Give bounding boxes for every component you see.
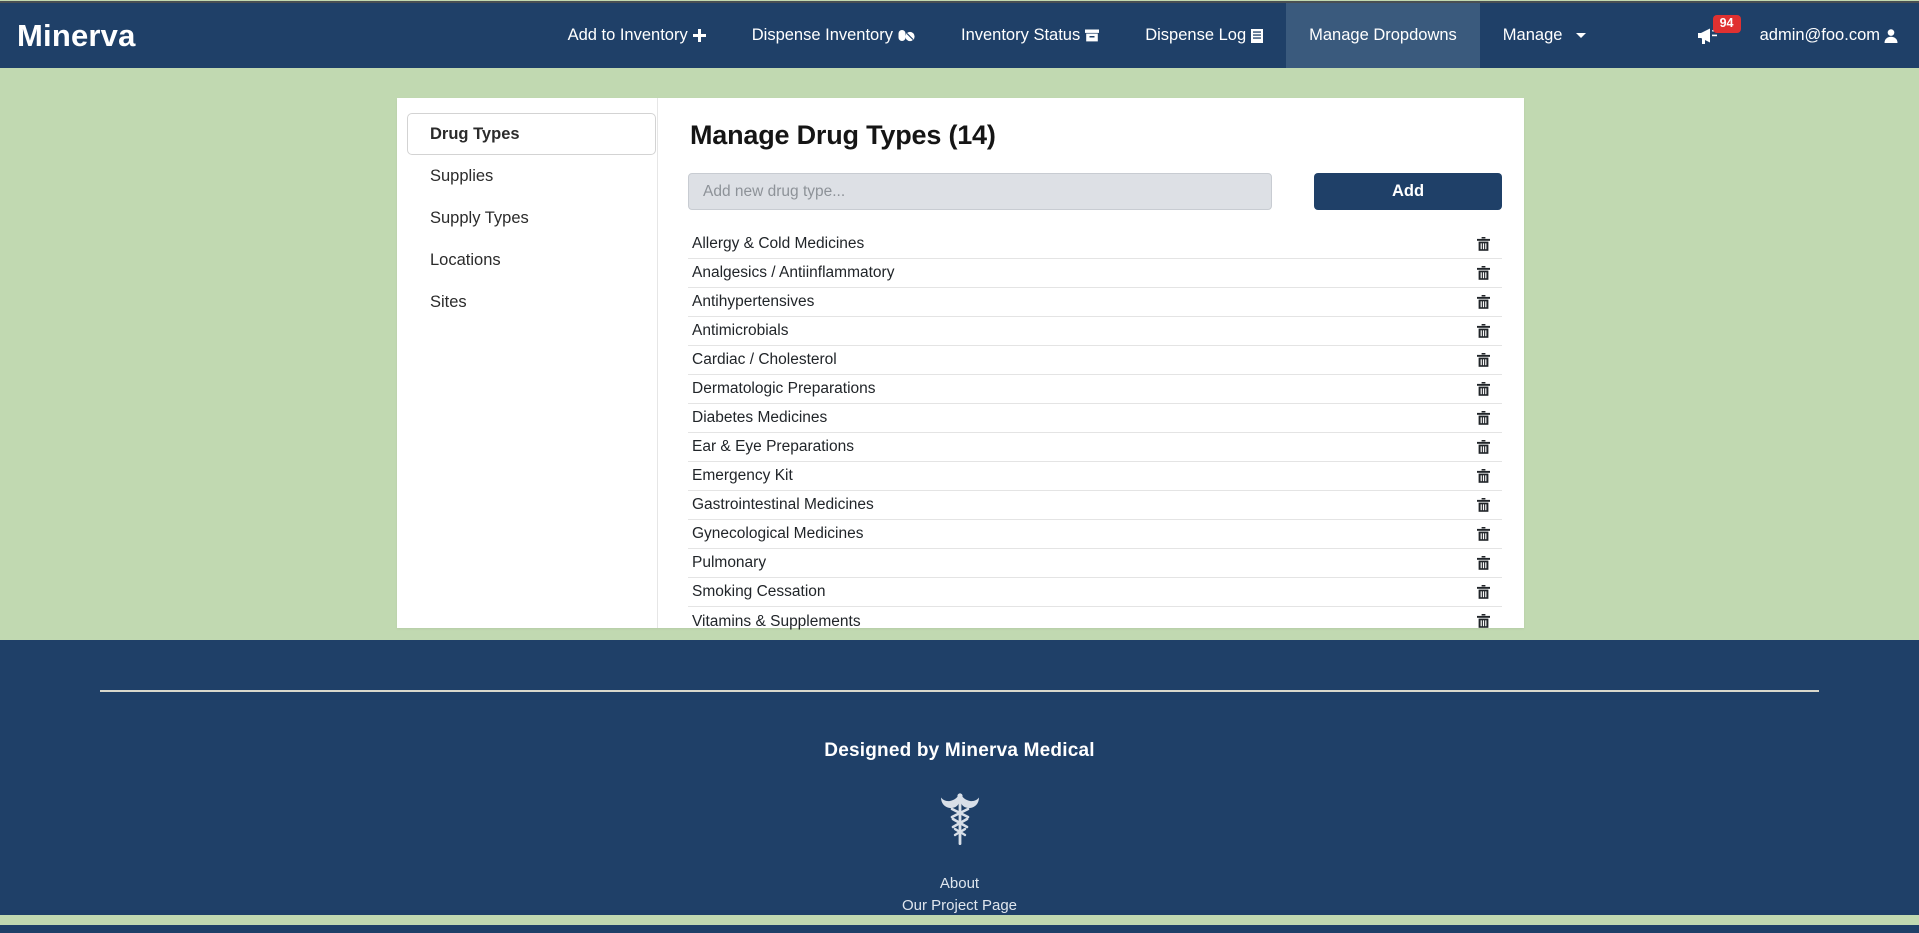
trash-icon[interactable] (1473, 555, 1494, 571)
trash-icon[interactable] (1473, 236, 1494, 252)
sidebar-item-supplies[interactable]: Supplies (407, 155, 656, 197)
list-item: Vitamins & Supplements (688, 607, 1502, 636)
trash-icon[interactable] (1473, 381, 1494, 397)
navbar-right-section: 94 admin@foo.com (1697, 3, 1919, 68)
page-root: Minerva Add to Inventory Dispense Invent… (0, 0, 1919, 933)
drug-type-label: Antimicrobials (692, 322, 789, 339)
caduceus-icon (0, 787, 1919, 849)
list-item: Analgesics / Antiinflammatory (688, 259, 1502, 288)
drug-type-label: Vitamins & Supplements (692, 612, 861, 630)
footer-divider (100, 690, 1819, 692)
list-item: Dermatologic Preparations (688, 375, 1502, 404)
list-item: Emergency Kit (688, 462, 1502, 491)
notification-badge: 94 (1712, 14, 1741, 33)
pill-icon (898, 29, 915, 42)
nav-label-dispense-inventory: Dispense Inventory (751, 26, 893, 44)
nav-item-add-to-inventory[interactable]: Add to Inventory (545, 3, 729, 68)
nav-item-manage-dropdowns[interactable]: Manage Dropdowns (1286, 3, 1480, 68)
nav-label-dispense-log: Dispense Log (1145, 26, 1247, 44)
trash-icon[interactable] (1473, 468, 1494, 484)
list-item: Antihypertensives (688, 288, 1502, 317)
drug-type-label: Gynecological Medicines (692, 525, 864, 542)
site-footer: Designed by Minerva Medical About Our Pr… (0, 640, 1919, 915)
footer-link-our-project-page[interactable]: Our Project Page (0, 895, 1919, 917)
nav-item-dispense-log[interactable]: Dispense Log (1122, 3, 1286, 68)
trash-icon[interactable] (1473, 352, 1494, 368)
nav-label-manage-dropdowns: Manage Dropdowns (1309, 26, 1457, 44)
plus-icon (692, 29, 706, 42)
user-menu[interactable]: admin@foo.com (1760, 26, 1899, 45)
sidebar-item-supply-types[interactable]: Supply Types (407, 197, 656, 239)
page-title: Manage Drug Types (14) (690, 120, 996, 150)
brand-logo[interactable]: Minerva (0, 3, 136, 68)
trash-icon[interactable] (1473, 294, 1494, 310)
user-avatar-icon (1883, 28, 1899, 44)
sidebar-label-supplies: Supplies (430, 166, 494, 185)
nav-label-inventory-status: Inventory Status (960, 26, 1081, 44)
sidebar-item-drug-types[interactable]: Drug Types (407, 113, 656, 155)
drug-type-label: Antihypertensives (692, 293, 815, 310)
sidebar-label-drug-types: Drug Types (430, 124, 520, 143)
drug-type-label: Dermatologic Preparations (692, 380, 876, 397)
list-item: Allergy & Cold Medicines (688, 230, 1502, 259)
trash-icon[interactable] (1473, 614, 1494, 629)
sidebar-label-sites: Sites (430, 292, 467, 311)
sidebar-label-supply-types: Supply Types (430, 208, 529, 227)
trash-icon[interactable] (1473, 584, 1494, 600)
dropdown-category-sidebar: Drug Types Supplies Supply Types Locatio… (397, 98, 658, 628)
add-button[interactable]: Add (1314, 173, 1502, 210)
trash-icon[interactable] (1473, 410, 1494, 426)
drug-types-list: Allergy & Cold Medicines Analgesics / Ant… (688, 230, 1502, 636)
nav-item-dispense-inventory[interactable]: Dispense Inventory (729, 3, 938, 68)
trash-icon[interactable] (1473, 265, 1494, 281)
bottom-strip (0, 925, 1919, 933)
nav-label-manage: Manage (1502, 26, 1563, 44)
list-item: Diabetes Medicines (688, 404, 1502, 433)
sidebar-item-sites[interactable]: Sites (407, 281, 656, 323)
footer-links: About Our Project Page (0, 873, 1919, 917)
list-item: Gastrointestinal Medicines (688, 491, 1502, 520)
content-panel: Manage Drug Types (14) Add Allergy & Col… (658, 98, 1524, 630)
chevron-down-icon (1576, 33, 1587, 38)
nav-label-add-to-inventory: Add to Inventory (567, 26, 688, 44)
trash-icon[interactable] (1473, 526, 1494, 542)
drug-type-label: Pulmonary (692, 554, 767, 571)
list-item: Gynecological Medicines (688, 520, 1502, 549)
list-item: Smoking Cessation (688, 578, 1502, 607)
drug-type-label: Cardiac / Cholesterol (692, 351, 837, 368)
trash-icon[interactable] (1473, 497, 1494, 513)
drug-type-label: Diabetes Medicines (692, 409, 828, 426)
list-item: Antimicrobials (688, 317, 1502, 346)
top-navbar: Minerva Add to Inventory Dispense Invent… (0, 1, 1919, 68)
trash-icon[interactable] (1473, 439, 1494, 455)
list-item: Cardiac / Cholesterol (688, 346, 1502, 375)
drug-type-label: Analgesics / Antiinflammatory (692, 264, 895, 281)
drug-type-label: Gastrointestinal Medicines (692, 496, 874, 513)
list-document-icon (1251, 28, 1264, 43)
drug-type-label: Smoking Cessation (692, 583, 826, 600)
archive-box-icon (1085, 29, 1100, 42)
new-drug-type-input[interactable] (688, 173, 1272, 210)
notifications-button[interactable]: 94 (1697, 14, 1760, 45)
footer-title: Designed by Minerva Medical (824, 740, 1095, 761)
add-drug-type-form: Add (688, 173, 1502, 210)
drug-type-label: Allergy & Cold Medicines (692, 235, 865, 252)
list-item: Pulmonary (688, 549, 1502, 578)
main-card: Drug Types Supplies Supply Types Locatio… (397, 98, 1524, 630)
nav-item-inventory-status[interactable]: Inventory Status (938, 3, 1122, 68)
sidebar-item-locations[interactable]: Locations (407, 239, 656, 281)
user-email-label: admin@foo.com (1759, 26, 1880, 44)
nav-item-manage[interactable]: Manage (1480, 3, 1610, 68)
drug-type-label: Emergency Kit (692, 467, 793, 484)
sidebar-label-locations: Locations (430, 250, 501, 269)
footer-link-about[interactable]: About (0, 873, 1919, 895)
trash-icon[interactable] (1473, 323, 1494, 339)
drug-type-label: Ear & Eye Preparations (692, 438, 854, 455)
nav-items: Add to Inventory Dispense Inventory Inve… (545, 3, 1610, 68)
list-item: Ear & Eye Preparations (688, 433, 1502, 462)
